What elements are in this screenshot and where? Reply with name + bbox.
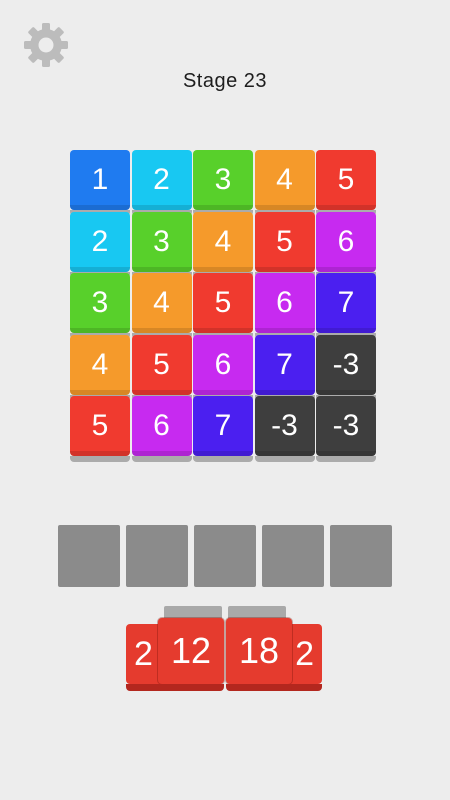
board-tile[interactable]: 5 [131, 334, 192, 401]
stage-title: Stage 23 [182, 70, 268, 92]
gear-icon [24, 23, 68, 67]
tile-shade [316, 266, 376, 272]
board-tile[interactable]: 6 [316, 211, 376, 278]
empty-slot[interactable] [126, 525, 188, 587]
board-tile[interactable]: 2 [70, 211, 130, 278]
tile-shade [316, 389, 376, 395]
board-tile[interactable]: 4 [193, 211, 253, 278]
tile-shade [254, 389, 315, 395]
empty-slot[interactable] [194, 525, 256, 587]
game-board: 1 2 3 4 5 2 3 4 5 6 3 4 5 6 7 4 5 6 7 -3 5 6 7 -3 -3 [66, 150, 384, 465]
board-tile[interactable]: 6 [193, 334, 253, 401]
board-tile[interactable]: -3 [254, 396, 315, 462]
board-tile[interactable]: 7 [254, 334, 315, 401]
tile-shade [70, 205, 130, 210]
tile-shade [254, 266, 315, 272]
tile-shade [316, 328, 376, 333]
board-tile[interactable]: 6 [131, 396, 192, 462]
tile-shade [70, 451, 130, 456]
tile-shade [193, 205, 253, 210]
board-tile[interactable]: 1 [70, 150, 130, 216]
empty-slot[interactable] [58, 525, 120, 587]
board-tile[interactable]: 3 [70, 273, 130, 339]
board-tile[interactable]: 3 [131, 211, 192, 278]
board-tile[interactable]: 7 [193, 396, 253, 462]
tile-shade [316, 205, 376, 210]
tile-shade [254, 328, 315, 333]
tile-shade [131, 451, 192, 456]
tile-shade [131, 205, 192, 210]
tile-shade [193, 328, 253, 333]
board-tile[interactable]: 5 [70, 396, 130, 462]
settings-button[interactable] [21, 20, 71, 70]
board-tile[interactable]: 3 [193, 150, 253, 216]
tile-shade [70, 328, 130, 333]
tile-shade [254, 205, 315, 210]
combo-front-tile[interactable]: 18 [226, 618, 292, 691]
board-tile[interactable]: 6 [254, 273, 315, 339]
tile-shade [193, 389, 253, 395]
board-tile[interactable]: -3 [316, 334, 376, 401]
tile-shade [70, 266, 130, 272]
tile-shade [193, 451, 253, 456]
tile-shade [131, 389, 192, 395]
board-tile[interactable]: 4 [254, 150, 315, 216]
tile-shade [193, 266, 253, 272]
board-tile[interactable]: 5 [193, 273, 253, 339]
tile-shade [316, 451, 376, 456]
board-tile[interactable]: 2 [131, 150, 192, 216]
tile-shade [70, 389, 130, 395]
tile-shade [131, 328, 192, 333]
empty-slot[interactable] [262, 525, 324, 587]
board-tile[interactable]: 4 [131, 273, 192, 339]
combo-front-tile[interactable]: 12 [158, 618, 224, 691]
board-tile[interactable]: 5 [254, 211, 315, 278]
empty-slot[interactable] [330, 525, 392, 587]
tile-shade [254, 451, 315, 456]
board-tile[interactable]: 4 [70, 334, 130, 401]
slot-row [58, 525, 392, 587]
board-tile[interactable]: 5 [316, 150, 376, 216]
combo-tray: 2 2 12 18 [0, 600, 450, 700]
board-tile[interactable]: -3 [316, 396, 376, 462]
tile-shade [131, 266, 192, 272]
board-tile[interactable]: 7 [316, 273, 376, 339]
